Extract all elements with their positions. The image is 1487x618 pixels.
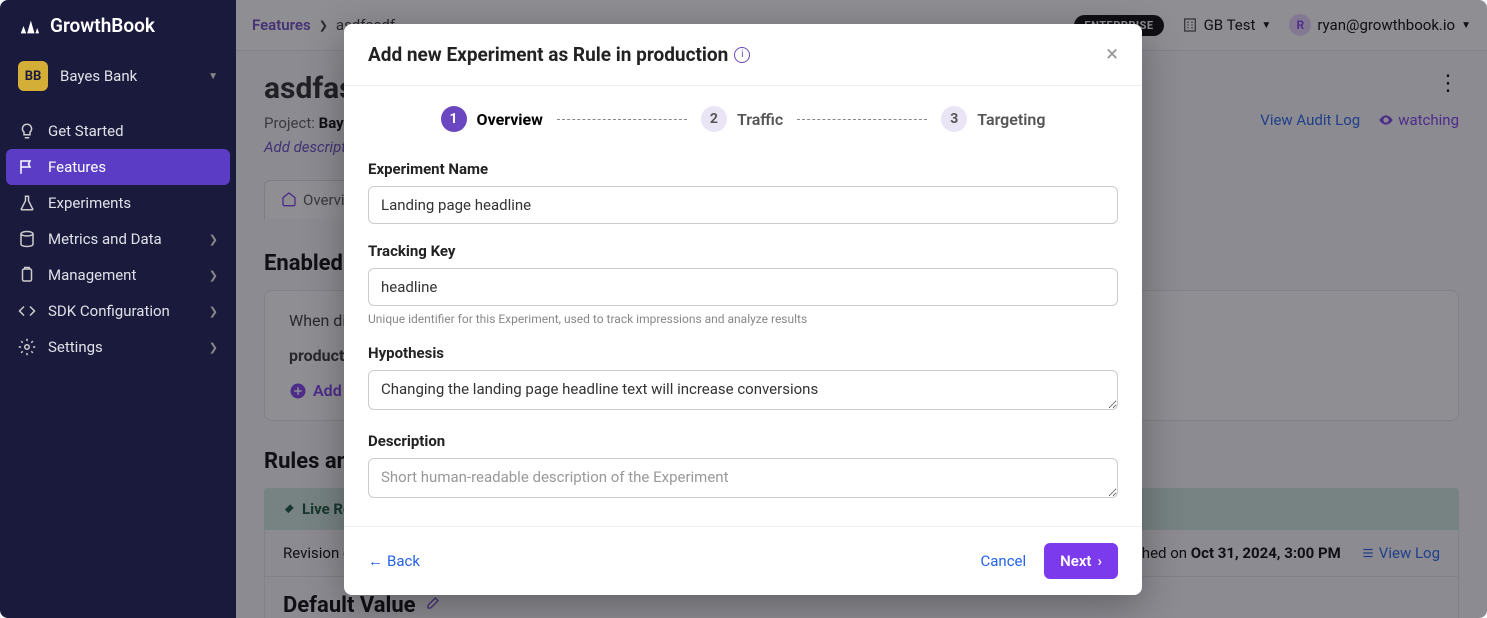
- nav-features[interactable]: Features: [6, 149, 230, 185]
- description-input[interactable]: [368, 458, 1118, 498]
- nav-metrics[interactable]: Metrics and Data ❯: [6, 221, 230, 257]
- modal-footer: ← Back Cancel Next ›: [344, 526, 1142, 595]
- hypothesis-label: Hypothesis: [368, 344, 1118, 362]
- nav-label: Experiments: [48, 194, 131, 212]
- step-label: Traffic: [737, 110, 783, 129]
- nav-list: Get Started Features Experiments Metrics…: [0, 109, 236, 369]
- nav-label: Metrics and Data: [48, 230, 162, 248]
- step-traffic[interactable]: 2 Traffic: [701, 106, 783, 132]
- nav-experiments[interactable]: Experiments: [6, 185, 230, 221]
- stepper: 1 Overview 2 Traffic 3 Targeting: [368, 106, 1118, 132]
- back-label: Back: [387, 552, 420, 570]
- chevron-down-icon: ▼: [208, 71, 218, 82]
- logo-area[interactable]: GrowthBook: [0, 0, 236, 51]
- step-number: 1: [441, 106, 467, 132]
- org-name: Bayes Bank: [60, 67, 196, 85]
- step-label: Overview: [477, 110, 543, 129]
- experiment-name-label: Experiment Name: [368, 160, 1118, 178]
- chevron-right-icon: ❯: [209, 341, 218, 354]
- tracking-key-group: Tracking Key Unique identifier for this …: [368, 242, 1118, 326]
- lightbulb-icon: [18, 122, 36, 140]
- step-number: 2: [701, 106, 727, 132]
- sidebar: GrowthBook BB Bayes Bank ▼ Get Started F…: [0, 0, 236, 618]
- nav-get-started[interactable]: Get Started: [6, 113, 230, 149]
- hypothesis-group: Hypothesis: [368, 344, 1118, 414]
- footer-right: Cancel Next ›: [980, 543, 1118, 579]
- back-button[interactable]: ← Back: [368, 552, 420, 570]
- tracking-key-label: Tracking Key: [368, 242, 1118, 260]
- hypothesis-input[interactable]: [368, 370, 1118, 410]
- code-icon: [18, 302, 36, 320]
- cancel-button[interactable]: Cancel: [980, 552, 1026, 570]
- database-icon: [18, 230, 36, 248]
- nav-label: Features: [48, 158, 106, 176]
- step-separator: [797, 119, 927, 120]
- experiment-name-group: Experiment Name: [368, 160, 1118, 224]
- org-selector[interactable]: BB Bayes Bank ▼: [0, 51, 236, 109]
- modal-body: 1 Overview 2 Traffic 3 Targeting Experim…: [344, 86, 1142, 526]
- flag-icon: [18, 158, 36, 176]
- step-targeting[interactable]: 3 Targeting: [941, 106, 1045, 132]
- description-group: Description: [368, 432, 1118, 502]
- modal-header: Add new Experiment as Rule in production…: [344, 24, 1142, 86]
- chevron-right-icon: ›: [1097, 552, 1102, 570]
- clipboard-icon: [18, 266, 36, 284]
- org-badge: BB: [18, 61, 48, 91]
- step-overview[interactable]: 1 Overview: [441, 106, 543, 132]
- step-separator: [557, 119, 687, 120]
- tracking-key-input[interactable]: [368, 268, 1118, 306]
- info-icon[interactable]: i: [734, 47, 750, 63]
- nav-label: SDK Configuration: [48, 302, 170, 320]
- chevron-right-icon: ❯: [209, 305, 218, 318]
- modal-title: Add new Experiment as Rule in production: [368, 43, 728, 66]
- nav-label: Get Started: [48, 122, 124, 140]
- step-number: 3: [941, 106, 967, 132]
- nav-label: Management: [48, 266, 136, 284]
- nav-management[interactable]: Management ❯: [6, 257, 230, 293]
- growthbook-logo-icon: [18, 15, 40, 37]
- chevron-right-icon: ❯: [209, 233, 218, 246]
- close-button[interactable]: ×: [1106, 42, 1118, 67]
- tracking-key-hint: Unique identifier for this Experiment, u…: [368, 312, 1118, 326]
- step-label: Targeting: [977, 110, 1045, 129]
- arrow-left-icon: ←: [368, 552, 383, 570]
- chevron-right-icon: ❯: [209, 269, 218, 282]
- add-experiment-modal: Add new Experiment as Rule in production…: [344, 24, 1142, 595]
- nav-label: Settings: [48, 338, 103, 356]
- gear-icon: [18, 338, 36, 356]
- description-label: Description: [368, 432, 1118, 450]
- nav-settings[interactable]: Settings ❯: [6, 329, 230, 365]
- experiment-name-input[interactable]: [368, 186, 1118, 224]
- next-button[interactable]: Next ›: [1044, 543, 1118, 579]
- brand-name: GrowthBook: [50, 14, 155, 37]
- nav-sdk[interactable]: SDK Configuration ❯: [6, 293, 230, 329]
- flask-icon: [18, 194, 36, 212]
- next-label: Next: [1060, 552, 1091, 570]
